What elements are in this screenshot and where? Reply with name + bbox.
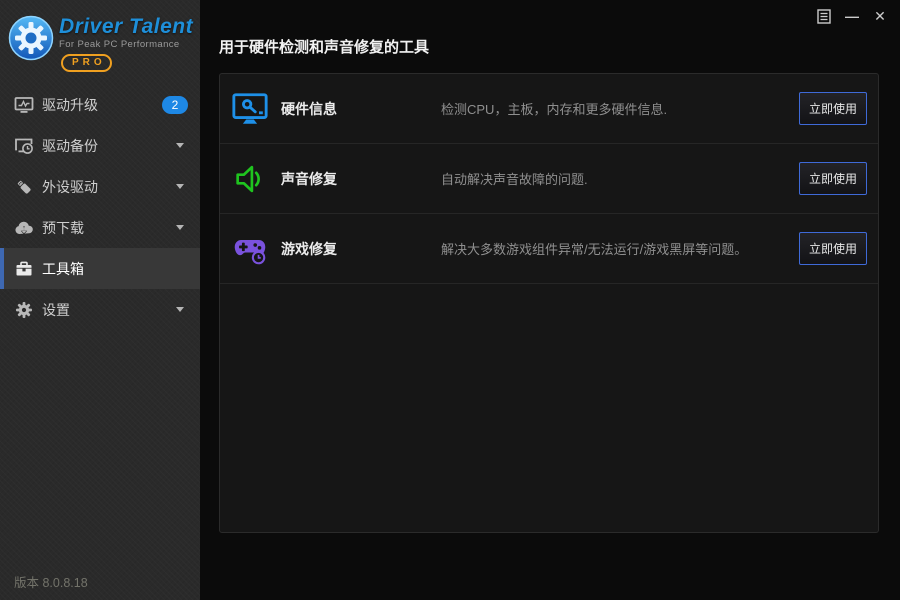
menu-icon[interactable] xyxy=(816,8,832,24)
tool-name: 声音修复 xyxy=(281,170,337,187)
sidebar-item-label: 工具箱 xyxy=(42,260,84,277)
tool-description: 检测CPU，主板，内存和更多硬件信息. xyxy=(441,102,668,117)
sound-repair-icon xyxy=(231,160,269,198)
use-now-button-hardware-info[interactable]: 立即使用 xyxy=(799,92,867,125)
logo-title: Driver Talent xyxy=(59,15,194,38)
sidebar: Driver Talent For Peak PC Performance PR… xyxy=(0,0,200,600)
pro-badge: PRO xyxy=(61,54,112,72)
tool-name: 硬件信息 xyxy=(281,100,337,117)
sidebar-item-label: 外设驱动 xyxy=(42,178,98,195)
use-now-button-sound-repair[interactable]: 立即使用 xyxy=(799,162,867,195)
monitor-pulse-icon xyxy=(14,95,34,115)
tool-description: 解决大多数游戏组件异常/无法运行/游戏黑屏等问题。 xyxy=(441,242,748,257)
tool-description: 自动解决声音故障的问题. xyxy=(441,172,588,187)
toolbox-icon xyxy=(14,259,34,279)
tool-row-sound-repair: 声音修复 自动解决声音故障的问题. 立即使用 xyxy=(220,144,878,214)
sidebar-item-driver-update[interactable]: 驱动升级 2 xyxy=(0,84,200,125)
main-area: — ✕ 用于硬件检测和声音修复的工具 硬件信息 检测CPU，主板，内存和更多硬件… xyxy=(200,0,900,600)
usb-drive-icon xyxy=(14,177,34,197)
tool-row-game-repair: 游戏修复 解决大多数游戏组件异常/无法运行/游戏黑屏等问题。 立即使用 xyxy=(220,214,878,284)
sidebar-item-driver-backup[interactable]: 驱动备份 xyxy=(0,125,200,166)
logo-gear-icon xyxy=(8,15,54,61)
minimize-button[interactable]: — xyxy=(844,8,860,24)
close-button[interactable]: ✕ xyxy=(872,8,888,24)
sidebar-item-label: 预下载 xyxy=(42,219,84,236)
chevron-down-icon xyxy=(176,143,184,148)
app-logo: Driver Talent For Peak PC Performance PR… xyxy=(0,0,200,84)
window-controls: — ✕ xyxy=(804,8,888,24)
toolbox-panel: 硬件信息 检测CPU，主板，内存和更多硬件信息. 立即使用 声音修复 自动解决声… xyxy=(219,73,879,533)
chevron-down-icon xyxy=(176,184,184,189)
chevron-down-icon xyxy=(176,307,184,312)
hardware-info-icon xyxy=(231,90,269,128)
cloud-download-icon xyxy=(14,218,34,238)
gear-icon xyxy=(14,300,34,320)
use-now-button-game-repair[interactable]: 立即使用 xyxy=(799,232,867,265)
sidebar-item-settings[interactable]: 设置 xyxy=(0,289,200,330)
logo-subtitle: For Peak PC Performance xyxy=(59,39,180,50)
sidebar-item-label: 设置 xyxy=(42,301,70,318)
version-label: 版本 8.0.8.18 xyxy=(14,576,88,590)
game-repair-icon xyxy=(231,230,269,268)
update-count-badge: 2 xyxy=(162,95,188,114)
sidebar-item-label: 驱动升级 xyxy=(42,96,98,113)
sidebar-item-predownload[interactable]: 预下载 xyxy=(0,207,200,248)
tool-name: 游戏修复 xyxy=(281,240,337,257)
sidebar-item-label: 驱动备份 xyxy=(42,137,98,154)
logo-text: Driver Talent For Peak PC Performance PR… xyxy=(59,16,193,72)
sidebar-item-toolbox[interactable]: 工具箱 xyxy=(0,248,200,289)
monitor-clock-icon xyxy=(14,136,34,156)
sidebar-menu: 驱动升级 2 驱动备份 外设驱动 预下载 工具箱 设置 xyxy=(0,84,200,330)
sidebar-item-peripheral-drivers[interactable]: 外设驱动 xyxy=(0,166,200,207)
tool-row-hardware-info: 硬件信息 检测CPU，主板，内存和更多硬件信息. 立即使用 xyxy=(220,74,878,144)
chevron-down-icon xyxy=(176,225,184,230)
page-title: 用于硬件检测和声音修复的工具 xyxy=(219,39,430,56)
